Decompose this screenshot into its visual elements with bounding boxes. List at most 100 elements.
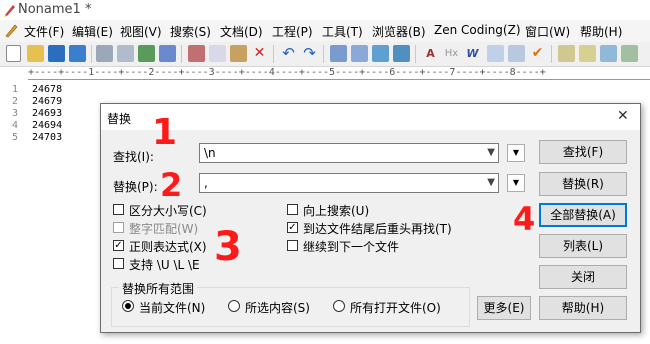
menu-zen-coding[interactable]: Zen Coding(Z) — [434, 23, 521, 37]
menu-search[interactable]: 搜索(S) — [170, 23, 211, 40]
list-button[interactable]: 列表(L) — [539, 234, 627, 258]
scope-current-file-radio[interactable] — [122, 300, 134, 312]
toolbar-separator — [415, 45, 416, 63]
regex-checkbox[interactable]: ✓ — [113, 240, 124, 251]
open-file-icon[interactable] — [27, 45, 44, 62]
goto-icon[interactable] — [372, 45, 389, 62]
scope-all-open-radio[interactable] — [333, 300, 345, 312]
paste-icon[interactable] — [230, 45, 247, 62]
title-bar: Noname1 * — [0, 0, 650, 20]
regex-label: 正则表达式(X) — [129, 240, 207, 254]
scope-title: 替换所有范围 — [119, 280, 198, 297]
redo-icon[interactable]: ↷ — [301, 45, 318, 62]
annotation-4: 4 — [513, 200, 536, 238]
toolbar-separator — [551, 45, 552, 63]
menu-window[interactable]: 窗口(W) — [525, 23, 570, 40]
menu-file[interactable]: 文件(F) — [24, 23, 64, 40]
cut-icon[interactable] — [188, 45, 205, 62]
find-history-button[interactable]: ▼ — [507, 144, 525, 162]
hex-icon[interactable]: Hx — [443, 45, 460, 62]
chevron-down-icon[interactable]: ▼ — [487, 147, 495, 158]
save-icon[interactable] — [48, 45, 65, 62]
escape-label: 支持 \U \L \E — [129, 258, 200, 272]
print-preview-icon[interactable] — [117, 45, 134, 62]
menu-browser[interactable]: 浏览器(B) — [372, 23, 426, 40]
window-icon[interactable] — [558, 45, 575, 62]
match-case-checkbox[interactable] — [113, 204, 124, 215]
menu-project[interactable]: 工程(P) — [272, 23, 313, 40]
clip-icon[interactable] — [621, 45, 638, 62]
search-up-checkbox[interactable] — [287, 204, 298, 215]
align-icon[interactable] — [487, 45, 504, 62]
replace-history-button[interactable]: ▼ — [507, 174, 525, 192]
scope-all-open-label: 所有打开文件(O) — [350, 301, 441, 315]
replace-icon[interactable] — [351, 45, 368, 62]
scope-current-file-label: 当前文件(N) — [139, 301, 206, 315]
wrap-around-label: 到达文件结尾后重头再找(T) — [303, 222, 452, 236]
save-all-icon[interactable] — [69, 45, 86, 62]
find-icon[interactable] — [159, 45, 176, 62]
chevron-down-icon[interactable]: ▼ — [487, 177, 495, 188]
whole-word-checkbox[interactable] — [113, 222, 124, 233]
replace-button[interactable]: 替换(R) — [539, 172, 627, 196]
check-icon[interactable]: ✔ — [529, 45, 546, 62]
editor-line: 24679 — [32, 96, 63, 107]
dialog-title-bar: 替换 ✕ — [101, 104, 640, 130]
panel-icon[interactable] — [579, 45, 596, 62]
toolbar-separator — [91, 45, 92, 63]
escape-checkbox[interactable] — [113, 258, 124, 269]
spellcheck-icon[interactable] — [138, 45, 155, 62]
copy-icon[interactable] — [209, 45, 226, 62]
print-icon[interactable] — [96, 45, 113, 62]
replace-all-button[interactable]: 全部替换(A) — [539, 203, 627, 227]
image-icon[interactable] — [600, 45, 617, 62]
help-button[interactable]: 帮助(H) — [539, 296, 627, 320]
menu-bar: 文件(F) 编辑(E) 视图(V) 搜索(S) 文档(D) 工程(P) 工具(T… — [0, 20, 650, 43]
replace-label: 替换(P): — [113, 180, 158, 194]
undo-icon[interactable]: ↶ — [280, 45, 297, 62]
menu-help[interactable]: 帮助(H) — [580, 23, 622, 40]
close-icon[interactable]: ✕ — [617, 108, 629, 124]
dialog-title: 替换 — [107, 112, 132, 126]
column-mode-icon[interactable] — [508, 45, 525, 62]
wrap-around-checkbox[interactable]: ✓ — [287, 222, 298, 233]
editor-line: 24694 — [32, 120, 63, 131]
continue-next-file-label: 继续到下一个文件 — [303, 240, 400, 254]
match-case-label: 区分大小写(C) — [129, 204, 207, 218]
menu-tools[interactable]: 工具(T) — [322, 23, 363, 40]
indent-icon[interactable] — [393, 45, 410, 62]
editor-line: 24693 — [32, 108, 63, 119]
font-icon[interactable]: A — [422, 45, 439, 62]
find-button[interactable]: 查找(F) — [539, 140, 627, 164]
find-input[interactable]: \n ▼ — [199, 143, 499, 163]
scope-selection-label: 所选内容(S) — [245, 301, 310, 315]
find-label: 查找(I): — [113, 150, 154, 164]
app-logo-icon — [4, 5, 15, 17]
annotation-3: 3 — [214, 224, 242, 270]
continue-next-file-checkbox[interactable] — [287, 240, 298, 251]
editor-line: 24678 — [32, 84, 63, 95]
word-wrap-icon[interactable]: W — [464, 45, 481, 62]
menu-document[interactable]: 文档(D) — [220, 23, 263, 40]
annotation-2: 2 — [160, 166, 183, 204]
scope-selection-radio[interactable] — [228, 300, 240, 312]
close-button[interactable]: 关闭 — [539, 265, 627, 289]
whole-word-label: 整字匹配(W) — [129, 222, 199, 236]
replace-dialog: 替换 ✕ 查找(I): \n ▼ ▼ 替换(P): , ▼ ▼ 区分大小写(C)… — [100, 103, 641, 333]
search-up-label: 向上搜索(U) — [303, 204, 370, 218]
more-button[interactable]: 更多(E) — [477, 296, 531, 320]
toolbar-separator — [181, 45, 182, 63]
replace-input-value: , — [204, 176, 208, 190]
search-icon[interactable] — [330, 45, 347, 62]
menu-edit[interactable]: 编辑(E) — [72, 23, 113, 40]
annotation-1: 1 — [152, 112, 178, 153]
toolbar: ✕ ↶ ↷ A Hx W ✔ — [0, 42, 650, 67]
new-file-icon[interactable] — [6, 45, 21, 62]
window-title: Noname1 * — [18, 2, 92, 17]
toolbar-separator — [323, 45, 324, 63]
replace-input[interactable]: , ▼ — [199, 173, 499, 193]
delete-icon[interactable]: ✕ — [251, 45, 268, 62]
pencil-icon — [5, 24, 18, 38]
editor-line: 24703 — [32, 132, 63, 143]
menu-view[interactable]: 视图(V) — [120, 23, 162, 40]
